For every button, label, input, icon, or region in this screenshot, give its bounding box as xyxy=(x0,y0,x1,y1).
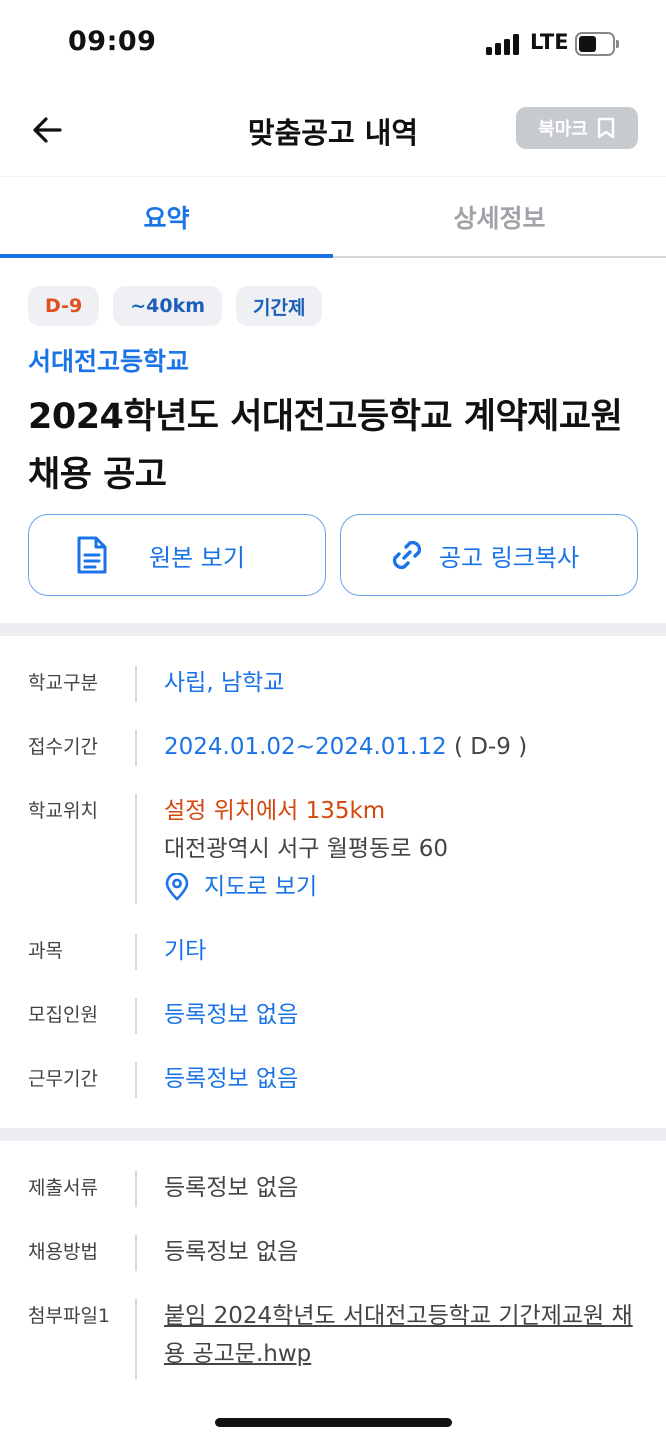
info-value: 등록정보 없음 xyxy=(164,1175,299,1201)
info-value: 등록정보 없음 xyxy=(164,1066,299,1092)
school-name: 서대전고등학교 xyxy=(28,347,190,376)
info-label: 접수기간 xyxy=(28,736,98,758)
info-separator xyxy=(135,1062,137,1098)
info-separator xyxy=(135,934,137,970)
info-label: 학교구분 xyxy=(28,672,98,694)
info-separator xyxy=(135,998,137,1034)
info-value: 기타 xyxy=(164,938,207,964)
status-bar: 09:09 LTE xyxy=(0,0,666,90)
bookmark-label: 북마크 xyxy=(538,119,588,140)
info-label: 모집인원 xyxy=(28,1004,98,1026)
bottom-fade xyxy=(0,1380,666,1440)
tab-summary[interactable]: 요약 xyxy=(0,177,333,257)
badge-list: D-9 ~40km 기간제 xyxy=(28,286,638,326)
document-icon xyxy=(77,536,107,574)
distance-badge: ~40km xyxy=(113,286,223,326)
active-tab-indicator xyxy=(0,254,333,258)
info-label: 첨부파일1 xyxy=(28,1305,111,1327)
address-text: 대전광역시 서구 월평동로 60 xyxy=(164,836,448,862)
info-label: 제출서류 xyxy=(28,1177,98,1199)
section-divider xyxy=(0,623,666,636)
bookmark-icon xyxy=(597,117,615,139)
signal-icon xyxy=(486,33,520,55)
distance-text: 설정 위치에서 135km xyxy=(164,798,386,824)
info-value: 사립, 남학교 xyxy=(164,670,285,696)
info-separator xyxy=(135,1171,137,1207)
view-map-link[interactable]: 지도로 보기 xyxy=(164,868,634,906)
info-separator xyxy=(135,1235,137,1271)
action-row: 원본 보기 공고 링크복사 xyxy=(28,514,638,596)
info-separator xyxy=(135,730,137,766)
nav-bar: 맞춤공고 내역 북마크 xyxy=(0,90,666,176)
tab-bar: 요약 상세정보 xyxy=(0,176,666,258)
employment-type-badge: 기간제 xyxy=(236,286,323,326)
posting-title: 2024학년도 서대전고등학교 계약제교원 채용 공고 xyxy=(28,397,623,495)
tab-detail[interactable]: 상세정보 xyxy=(333,177,666,257)
info-label: 학교위치 xyxy=(28,800,98,822)
view-map-label: 지도로 보기 xyxy=(204,874,318,900)
info-value: 등록정보 없음 xyxy=(164,1239,299,1265)
period-dday: ( D-9 ) xyxy=(446,734,528,760)
info-separator xyxy=(135,1299,137,1379)
info-separator xyxy=(135,794,137,904)
link-icon xyxy=(392,540,422,570)
section-divider xyxy=(0,1128,666,1141)
battery-icon xyxy=(575,32,619,56)
dday-badge: D-9 xyxy=(28,286,100,326)
info-value: 설정 위치에서 135km 대전광역시 서구 월평동로 60 지도로 보기 xyxy=(164,792,634,906)
info-value: 2024.01.02~2024.01.12 ( D-9 ) xyxy=(164,728,634,766)
attachment-link[interactable]: 붙임 2024학년도 서대전고등학교 기간제교원 채용 공고문.hwp xyxy=(164,1297,634,1373)
summary-section: D-9 ~40km 기간제 서대전고등학교 2024학년도 서대전고등학교 계약… xyxy=(28,286,638,504)
bookmark-button[interactable]: 북마크 xyxy=(516,107,638,149)
copy-link-button[interactable]: 공고 링크복사 xyxy=(340,514,638,596)
info-value: 등록정보 없음 xyxy=(164,1002,299,1028)
status-time: 09:09 xyxy=(68,26,157,57)
period-range: 2024.01.02~2024.01.12 xyxy=(164,734,447,760)
info-label: 근무기간 xyxy=(28,1068,98,1090)
copy-link-label: 공고 링크복사 xyxy=(438,543,580,572)
view-original-button[interactable]: 원본 보기 xyxy=(28,514,326,596)
info-separator xyxy=(135,666,137,702)
info-label: 채용방법 xyxy=(28,1241,98,1263)
info-label: 과목 xyxy=(28,940,63,962)
home-indicator xyxy=(215,1418,452,1427)
view-original-label: 원본 보기 xyxy=(149,543,245,572)
location-pin-icon xyxy=(165,873,189,901)
network-type: LTE xyxy=(530,30,569,54)
